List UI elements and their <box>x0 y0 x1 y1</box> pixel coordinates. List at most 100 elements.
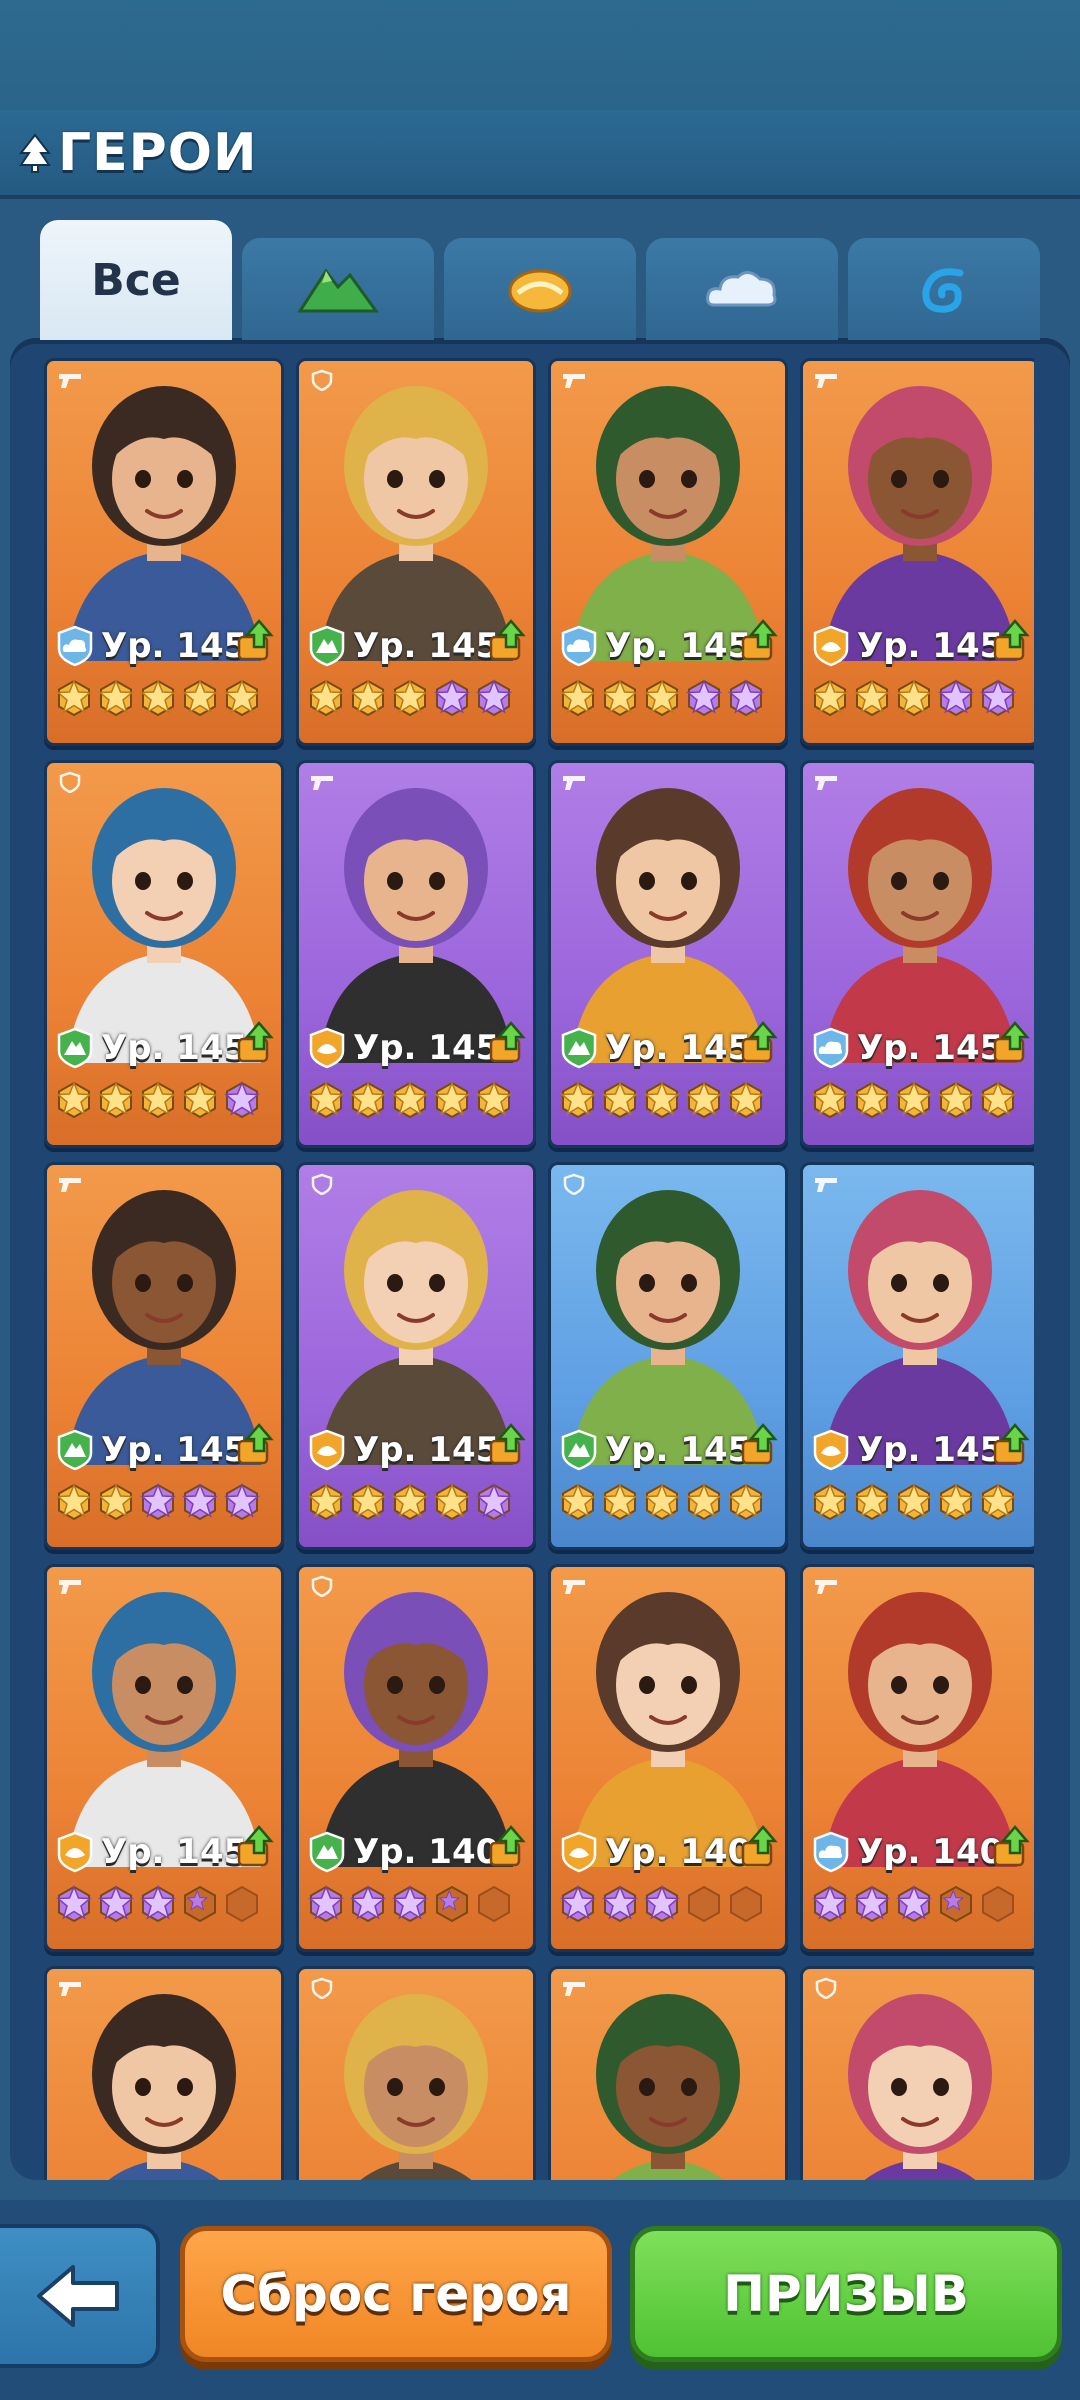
element-filter-tabs: Все <box>40 220 1040 340</box>
hero-portrait-image <box>823 788 1017 1063</box>
hero-card[interactable]: Ур. 145 <box>548 1162 788 1550</box>
hero-card[interactable]: Ур. 145 <box>44 760 284 1148</box>
gold-star-icon <box>392 679 428 717</box>
back-button[interactable] <box>0 2224 160 2368</box>
upgrade-arrow-icon[interactable] <box>991 1825 1031 1869</box>
upgrade-arrow-icon[interactable] <box>739 1423 779 1467</box>
hero-card[interactable]: Ур. 145 <box>44 1564 284 1952</box>
hero-card[interactable]: Ур. 140 <box>296 1564 536 1952</box>
hero-star-rating <box>307 679 513 717</box>
hero-card[interactable] <box>44 1966 284 2180</box>
gold-star-icon <box>182 679 218 717</box>
upgrade-arrow-icon[interactable] <box>739 1021 779 1065</box>
mountain-element-badge-icon <box>561 1027 597 1069</box>
purple-star-icon <box>560 1885 596 1923</box>
tab-all[interactable]: Все <box>40 220 232 340</box>
gold-star-icon <box>224 679 260 717</box>
hero-portrait-image <box>823 1592 1017 1867</box>
upgrade-arrow-icon[interactable] <box>487 1021 527 1065</box>
summon-button[interactable]: ПРИЗЫВ <box>630 2226 1062 2362</box>
hero-card[interactable] <box>548 1966 788 2180</box>
gun-role-icon <box>563 1580 585 1594</box>
hero-level-label: Ур. 145 <box>857 1028 1004 1068</box>
hero-card[interactable]: Ур. 145 <box>44 1162 284 1550</box>
hero-level-label: Ур. 140 <box>857 1832 1004 1872</box>
gold-star-icon <box>602 1081 638 1119</box>
gun-role-icon <box>59 1580 81 1594</box>
hero-level-row: Ур. 145 <box>55 1025 247 1071</box>
hero-level-row: Ур. 140 <box>811 1829 1003 1875</box>
cloud-element-icon <box>706 271 777 307</box>
upgrade-arrow-icon[interactable] <box>235 1021 275 1065</box>
hero-portrait-image <box>67 386 261 661</box>
gold-star-icon <box>980 1081 1016 1119</box>
hero-portrait-image <box>319 1190 513 1465</box>
purple-star-icon <box>686 679 722 717</box>
upgrade-arrow-icon[interactable] <box>487 1423 527 1467</box>
arrow-left-icon <box>37 2265 119 2327</box>
hero-portrait-image <box>67 1592 261 1867</box>
shield-role-icon <box>311 1575 333 1597</box>
gold-star-icon <box>854 679 890 717</box>
tab-mountain[interactable] <box>242 238 434 340</box>
hero-level-label: Ур. 145 <box>605 626 752 666</box>
hero-card[interactable]: Ур. 145 <box>296 358 536 746</box>
upgrade-arrow-icon[interactable] <box>739 619 779 663</box>
hero-card[interactable]: Ур. 145 <box>296 760 536 1148</box>
hero-portrait-image <box>92 1994 236 2180</box>
gold-star-icon <box>434 1483 470 1521</box>
upgrade-arrow-icon[interactable] <box>235 1825 275 1869</box>
hero-card[interactable]: Ур. 145 <box>44 358 284 746</box>
upgrade-arrow-icon[interactable] <box>991 1423 1031 1467</box>
cloud-element-badge-icon <box>561 625 597 667</box>
upgrade-arrow-icon[interactable] <box>487 1825 527 1869</box>
cloud-element-badge-icon <box>813 1027 849 1069</box>
purple-star-icon <box>224 1483 260 1521</box>
hero-card[interactable]: Ур. 140 <box>800 1564 1034 1952</box>
tab-cloud[interactable] <box>646 238 838 340</box>
hero-level-label: Ур. 145 <box>353 1028 500 1068</box>
hero-card[interactable]: Ур. 145 <box>800 760 1034 1148</box>
hero-card[interactable]: Ур. 145 <box>548 358 788 746</box>
upgrade-arrow-icon[interactable] <box>739 1825 779 1869</box>
gold-star-icon <box>350 1483 386 1521</box>
sun-element-icon <box>508 269 572 313</box>
tab-sun[interactable] <box>444 238 636 340</box>
purple-star-icon <box>812 1885 848 1923</box>
gun-role-icon <box>815 374 837 388</box>
hero-level-row: Ур. 145 <box>55 623 247 669</box>
upgrade-arrow-icon[interactable] <box>487 619 527 663</box>
hero-card[interactable] <box>800 1966 1034 2180</box>
page-title-text: ГЕРОИ <box>58 122 258 183</box>
hero-card[interactable]: Ур. 145 <box>800 358 1034 746</box>
purple-star-icon <box>224 1081 260 1119</box>
gold-star-icon <box>560 1483 596 1521</box>
hero-card[interactable]: Ур. 145 <box>800 1162 1034 1550</box>
upgrade-arrow-icon[interactable] <box>235 619 275 663</box>
hero-card[interactable] <box>296 1966 536 2180</box>
upgrade-arrow-icon[interactable] <box>991 1021 1031 1065</box>
shield-role-icon <box>815 1977 837 1999</box>
empty-star-slot <box>982 1885 1014 1923</box>
hero-star-rating <box>811 1483 1017 1521</box>
purple-star-icon <box>854 1885 890 1923</box>
hero-card[interactable]: Ур. 140 <box>548 1564 788 1952</box>
upgrade-arrow-icon[interactable] <box>991 619 1031 663</box>
gold-star-icon <box>56 679 92 717</box>
hero-star-rating <box>559 1081 765 1119</box>
gold-star-icon <box>308 1483 344 1521</box>
tab-wave[interactable] <box>848 238 1040 340</box>
hero-card[interactable]: Ур. 145 <box>296 1162 536 1550</box>
hero-level-label: Ур. 145 <box>101 1832 248 1872</box>
cloud-element-badge-icon <box>813 1831 849 1873</box>
hero-level-row: Ур. 145 <box>307 1025 499 1071</box>
hero-star-rating <box>811 679 1017 717</box>
title-bar: ГЕРОИ <box>0 110 1080 199</box>
hero-card[interactable]: Ур. 145 <box>548 760 788 1148</box>
gold-star-icon <box>308 1081 344 1119</box>
upgrade-arrow-icon[interactable] <box>235 1423 275 1467</box>
purple-star-icon <box>98 1885 134 1923</box>
hero-level-row: Ур. 145 <box>811 1427 1003 1473</box>
gun-role-icon <box>815 1178 837 1192</box>
reset-hero-button[interactable]: Сброс героя <box>180 2226 612 2362</box>
